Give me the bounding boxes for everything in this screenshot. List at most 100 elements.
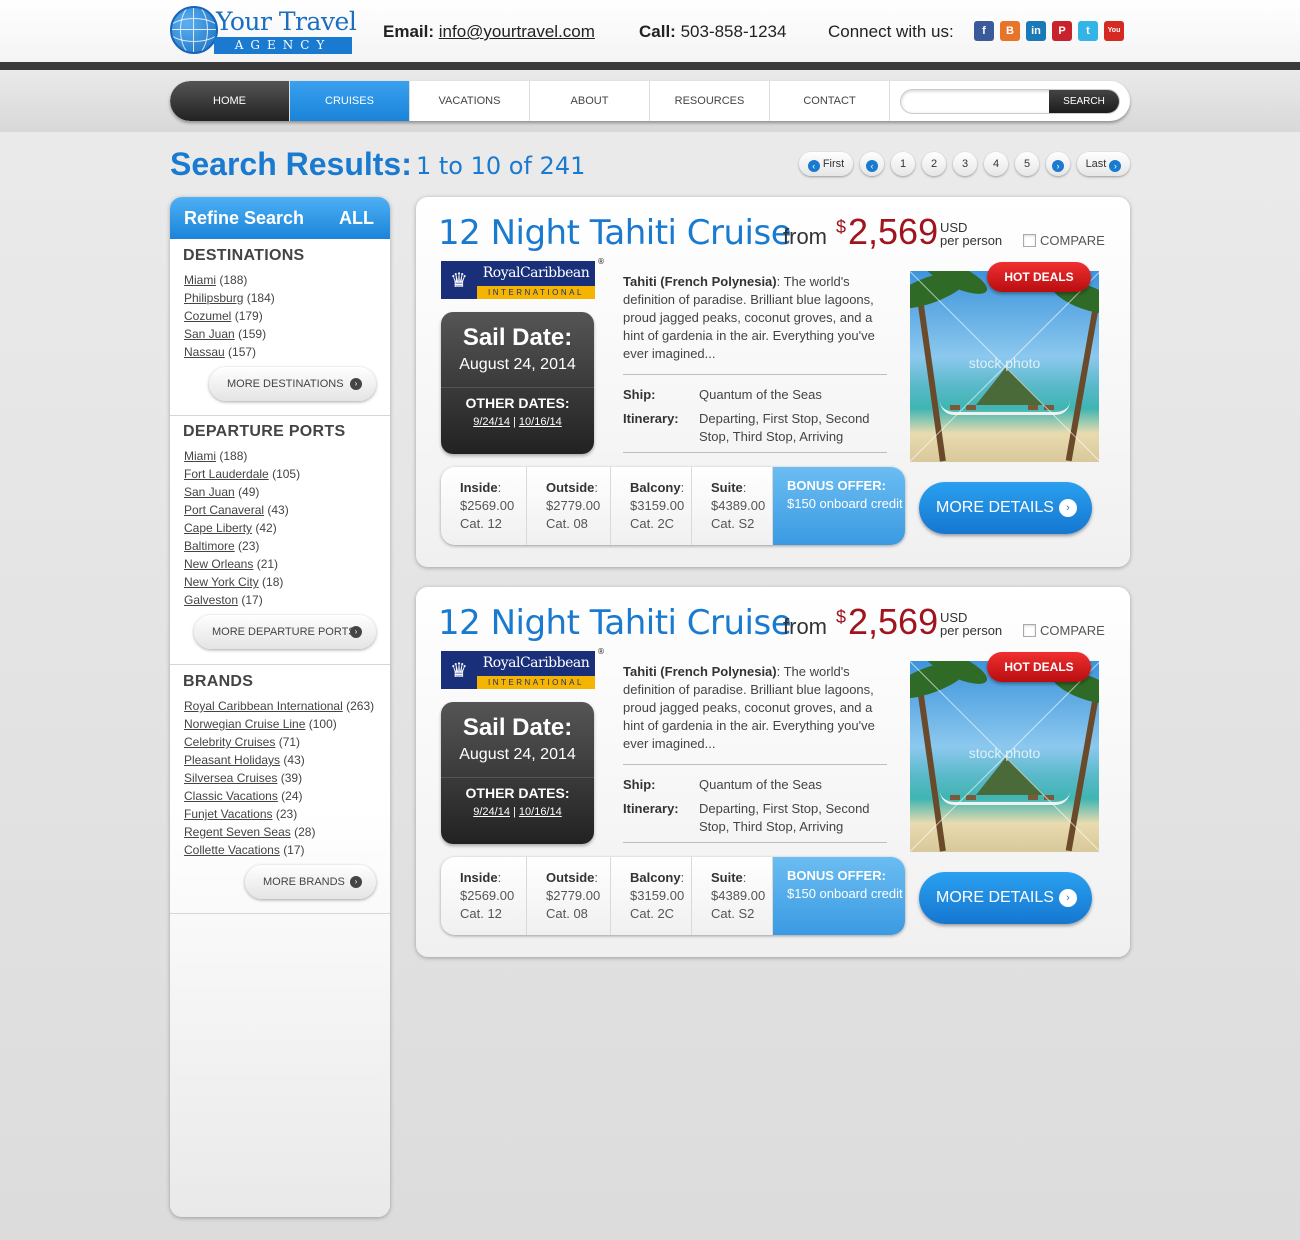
cabin-category: Cat. 08 [546,516,588,531]
brand-link[interactable]: Classic Vacations [184,789,278,803]
cruise-photo[interactable]: stock photo [910,661,1099,852]
list-item: Fort Lauderdale (105) [184,465,300,483]
chevron-left-icon: ‹ [807,160,820,172]
sail-date-label: Sail Date: [462,714,573,741]
brand-link[interactable]: Collette Vacations [184,843,280,857]
other-date-link[interactable]: 9/24/14 [473,806,510,818]
cabin-price-outside[interactable]: Outside: $2779.00 Cat. 08 [527,857,611,935]
nav-item-cruises[interactable]: CRUISES [290,81,410,121]
cabin-price-inside[interactable]: Inside: $2569.00 Cat. 12 [441,857,527,935]
cabin-price-suite[interactable]: Suite: $4389.00 Cat. S2 [692,857,773,935]
nav-item-about[interactable]: ABOUT [530,81,650,121]
cruise-title[interactable]: 12 Night Tahiti Cruise [438,213,792,253]
bonus-offer-label: BONUS OFFER: [787,478,886,493]
search-input[interactable] [901,90,1049,113]
checkbox-icon[interactable] [1023,624,1036,637]
pager-prev-button[interactable]: ‹ [860,152,884,176]
refine-all-link[interactable]: ALL [339,208,374,229]
cabin-price-suite[interactable]: Suite: $4389.00 Cat. S2 [692,467,773,545]
pager-last-button[interactable]: Last › [1077,152,1130,176]
more-details-button[interactable]: MORE DETAILS › [919,482,1092,534]
pinterest-icon[interactable]: P [1052,21,1072,41]
site-logo[interactable]: Your Travel AGENCY [170,6,357,54]
other-date-link[interactable]: 10/16/14 [519,806,562,818]
divider [623,842,887,843]
destination-link[interactable]: Nassau [184,345,225,359]
cabin-price-balcony[interactable]: Balcony: $3159.00 Cat. 2C [611,857,692,935]
pager-next-button[interactable]: › [1046,152,1070,176]
email-link[interactable]: info@yourtravel.com [439,22,595,41]
other-date-link[interactable]: 10/16/14 [519,416,562,428]
facebook-icon[interactable]: f [974,21,994,41]
chevron-right-icon: › [350,378,362,390]
cabin-label: Balcony [630,480,681,495]
destination-link[interactable]: Miami [184,273,216,287]
price-from-label: from [783,614,827,639]
header-divider [0,62,1300,70]
pager-page-4[interactable]: 4 [984,152,1008,176]
cabin-price-inside[interactable]: Inside: $2569.00 Cat. 12 [441,467,527,545]
departure-port-link[interactable]: Miami [184,449,216,463]
nav-item-vacations[interactable]: VACATIONS [410,81,530,121]
departure-ports-list: Miami (188) Fort Lauderdale (105) San Juan… [184,447,300,609]
cruise-photo[interactable]: stock photo [910,271,1099,462]
crown-anchor-icon: ♛ [441,651,477,689]
more-departure-ports-button[interactable]: MORE DEPARTURE PORTS › [194,615,376,649]
twitter-icon[interactable]: t [1078,21,1098,41]
pager-page-2[interactable]: 2 [922,152,946,176]
departure-port-link[interactable]: Fort Lauderdale [184,467,269,481]
list-item: Philipsburg (184) [184,289,275,307]
more-destinations-button[interactable]: MORE DESTINATIONS › [209,367,376,401]
list-item: Royal Caribbean International (263) [184,697,374,715]
cabin-price-outside[interactable]: Outside: $2779.00 Cat. 08 [527,467,611,545]
cabin-price-balcony[interactable]: Balcony: $3159.00 Cat. 2C [611,467,692,545]
departure-port-link[interactable]: Baltimore [184,539,235,553]
brand-link[interactable]: Silversea Cruises [184,771,277,785]
other-date-link[interactable]: 9/24/14 [473,416,510,428]
youtube-icon[interactable]: You [1104,21,1124,41]
list-item: Silversea Cruises (39) [184,769,374,787]
pager-page-3[interactable]: 3 [953,152,977,176]
departure-port-link[interactable]: New Orleans [184,557,253,571]
departure-port-link[interactable]: Port Canaveral [184,503,264,517]
globe-icon [170,6,218,54]
photo-watermark: stock photo [968,355,1041,371]
refine-header: Refine Search ALL [170,197,390,239]
destination-link[interactable]: Cozumel [184,309,231,323]
nav-item-resources[interactable]: RESOURCES [650,81,770,121]
departure-port-link[interactable]: Cape Liberty [184,521,252,535]
nav-item-contact[interactable]: CONTACT [770,81,890,121]
checkbox-icon[interactable] [1023,234,1036,247]
pager-page-5[interactable]: 5 [1015,152,1039,176]
brand-link[interactable]: Funjet Vacations [184,807,273,821]
cabin-price: $3159.00 [630,888,685,903]
brand-link[interactable]: Norwegian Cruise Line [184,717,305,731]
destination-link[interactable]: Philipsburg [184,291,243,305]
nav-item-home[interactable]: HOME [170,81,290,121]
pager-first-button[interactable]: ‹ First [799,152,853,176]
departure-port-link[interactable]: New York City [184,575,259,589]
brands-list: Royal Caribbean International (263) Norwe… [184,697,374,859]
connect-label: Connect with us: [828,22,954,41]
departure-port-link[interactable]: Galveston [184,593,238,607]
brand-link[interactable]: Pleasant Holidays [184,753,280,767]
destination-link[interactable]: San Juan [184,327,235,341]
itinerary: Departing, First Stop, Second Stop, Thir… [699,801,870,834]
other-dates: 9/24/14 | 10/16/14 [473,416,562,428]
brand-link[interactable]: Regent Seven Seas [184,825,291,839]
departure-port-link[interactable]: San Juan [184,485,235,499]
cruise-title[interactable]: 12 Night Tahiti Cruise [438,603,792,643]
compare-checkbox[interactable]: COMPARE [1023,233,1105,248]
brand-link[interactable]: Celebrity Cruises [184,735,275,749]
brand-link[interactable]: Royal Caribbean International [184,699,343,713]
more-brands-button[interactable]: MORE BRANDS › [245,865,376,899]
blog-icon[interactable]: B [1000,21,1020,41]
pager-page-1[interactable]: 1 [891,152,915,176]
photo-watermark: stock photo [968,745,1041,761]
more-details-button[interactable]: MORE DETAILS › [919,872,1092,924]
linkedin-icon[interactable]: in [1026,21,1046,41]
brand-count: (39) [280,771,303,785]
compare-checkbox[interactable]: COMPARE [1023,623,1105,638]
cabin-price: $3159.00 [630,498,685,513]
search-button[interactable]: SEARCH [1049,90,1119,113]
